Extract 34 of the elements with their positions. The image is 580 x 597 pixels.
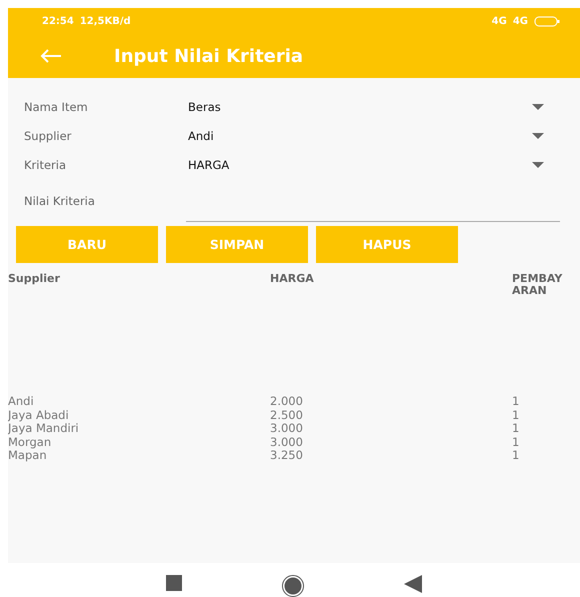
network-type: 4G — [512, 16, 528, 26]
back-icon[interactable] — [404, 575, 422, 593]
field-label: Nilai Kriteria — [24, 194, 96, 208]
home-icon[interactable] — [282, 575, 304, 597]
table-cell-text: 1 — [512, 449, 520, 463]
dropdown-caret-icon[interactable] — [532, 132, 544, 138]
field-label: Kriteria — [24, 158, 68, 172]
column-header: HARGA — [270, 273, 315, 287]
table-cell-text: Andi — [8, 395, 35, 409]
table-cell-text: 1 — [512, 408, 520, 422]
table-cell-text: 1 — [512, 422, 520, 436]
table-cell-text: 3.000 — [270, 436, 304, 450]
table-cell-text: 3.250 — [270, 449, 304, 463]
table-cell-text: 1 — [512, 395, 520, 409]
table-cell-text: 2.000 — [270, 395, 304, 409]
dropdown-value[interactable]: Beras — [188, 100, 221, 114]
screen-title: Input Nilai Kriteria — [114, 46, 304, 66]
column-header: PEMBAY ARAN — [512, 273, 564, 300]
table-cell-text: 1 — [512, 436, 520, 450]
dropdown-value[interactable]: Andi — [188, 128, 214, 142]
table-cell-text: 3.000 — [270, 422, 304, 436]
table-cell-text: 2.500 — [270, 408, 304, 422]
network-speed: 12,5KB/d — [80, 16, 131, 26]
table-cell-text: Morgan — [8, 436, 52, 450]
table-cell-text: Mapan — [8, 449, 47, 463]
field-label: Supplier — [24, 128, 72, 142]
battery-icon — [534, 16, 560, 26]
network-type: 4G — [492, 16, 507, 26]
dropdown-value[interactable]: HARGA — [188, 158, 230, 172]
column-header: Supplier — [8, 273, 61, 287]
status-time: 22:54 — [42, 16, 74, 26]
field-label: Nama Item — [24, 100, 89, 114]
dropdown-caret-icon[interactable] — [532, 104, 544, 110]
dropdown-caret-icon[interactable] — [532, 162, 544, 168]
